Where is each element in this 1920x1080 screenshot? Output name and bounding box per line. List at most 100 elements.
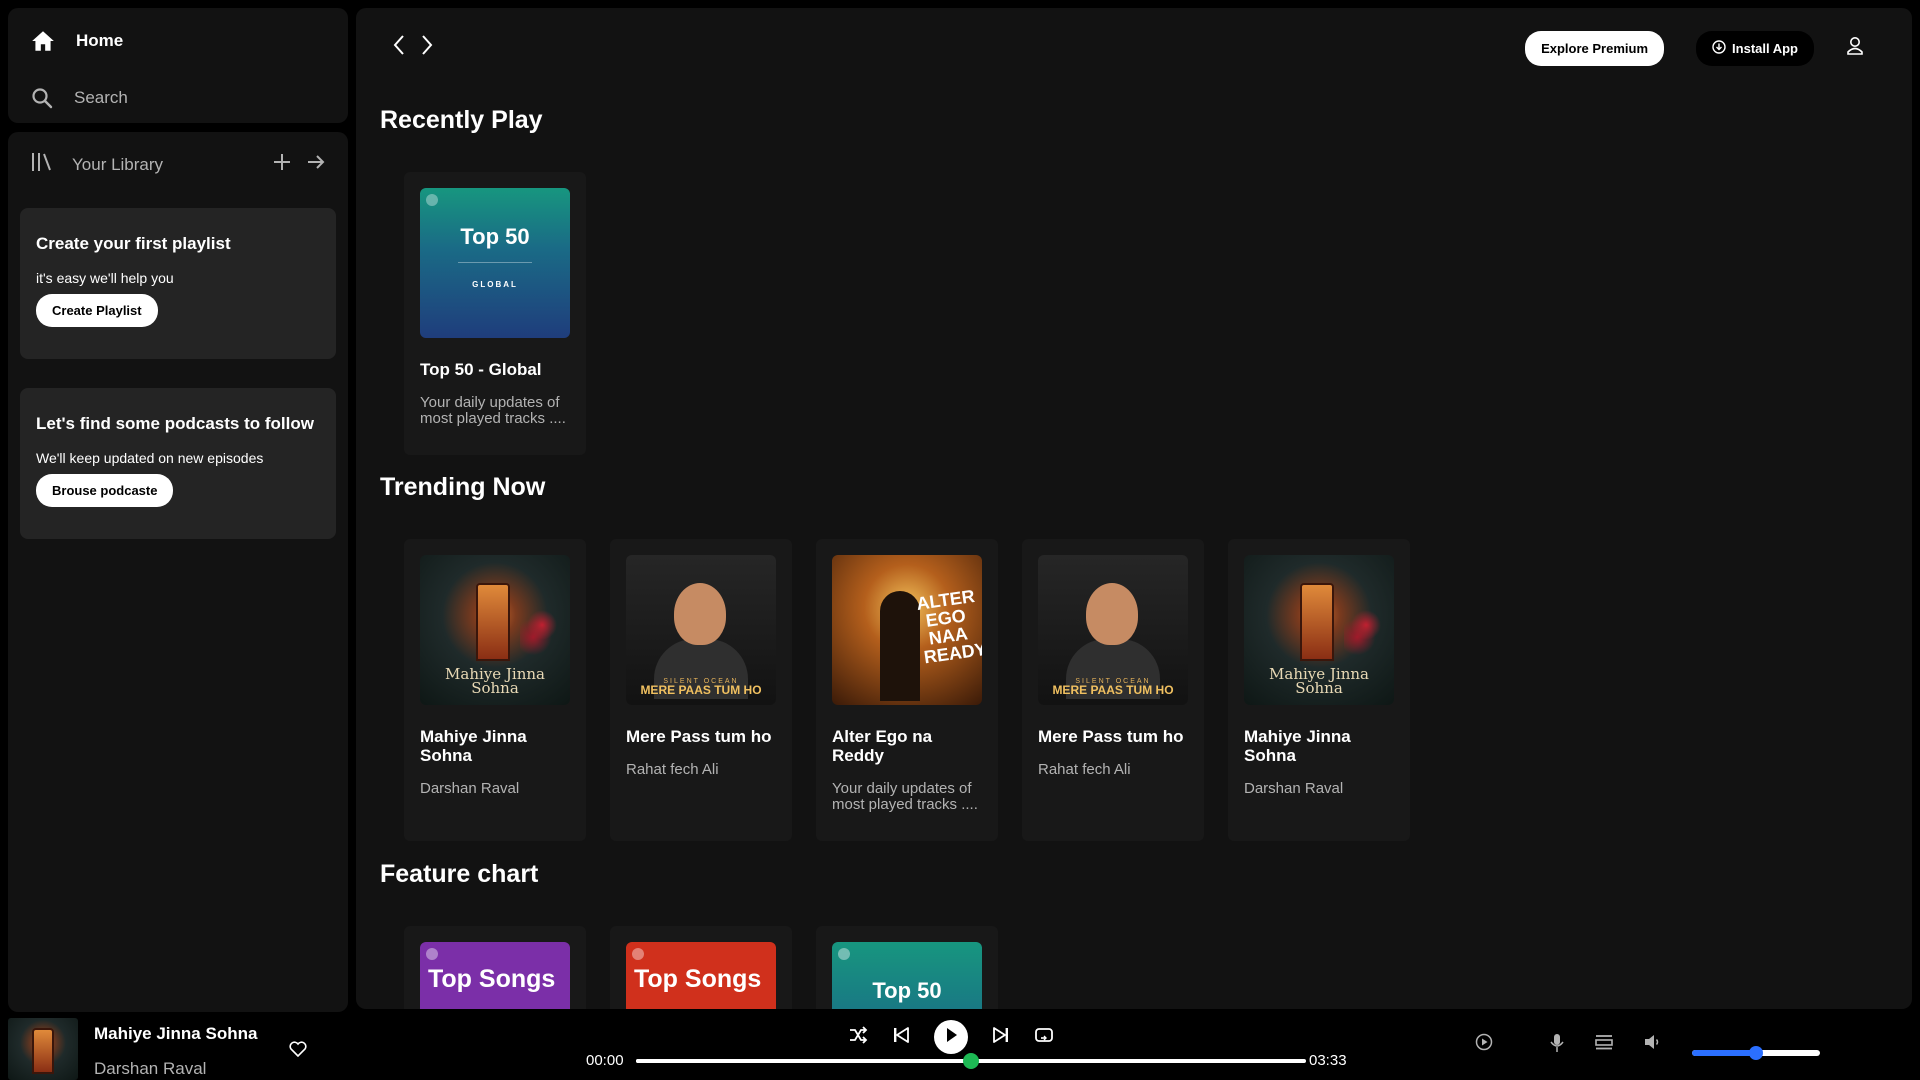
card-title: Mere Pass tum ho xyxy=(626,727,772,746)
cover-title: Top Songs xyxy=(634,965,762,993)
nav-search[interactable]: Search xyxy=(30,86,128,110)
now-playing-view-icon[interactable] xyxy=(1475,1033,1493,1051)
library-title[interactable]: Your Library xyxy=(72,155,163,175)
skip-next-icon[interactable] xyxy=(992,1026,1010,1049)
section-title-feature: Feature chart xyxy=(380,860,539,888)
song-card[interactable]: SILENT OCEAN MERE PAAS TUM HO Mere Pass … xyxy=(1022,539,1204,841)
create-playlist-button[interactable]: Create Playlist xyxy=(36,294,158,327)
cover-art: ALTER EGO NAA READY xyxy=(832,555,982,705)
volume-icon[interactable] xyxy=(1643,1033,1661,1051)
now-playing-artist[interactable]: Darshan Raval xyxy=(94,1059,206,1079)
play-icon xyxy=(944,1027,958,1048)
section-title-trending: Trending Now xyxy=(380,473,546,501)
install-app-button[interactable]: Install App xyxy=(1696,31,1814,66)
card-subtitle: Darshan Raval xyxy=(420,780,520,797)
cover-art: Mahiye Jinna Sohna xyxy=(1244,555,1394,705)
card-title: Mere Pass tum ho xyxy=(1038,727,1184,746)
arrow-right-icon[interactable] xyxy=(306,152,326,177)
progress-fill xyxy=(636,1059,971,1063)
browse-podcasts-button[interactable]: Brouse podcaste xyxy=(36,474,174,507)
nav-home-label: Home xyxy=(76,31,124,50)
spotify-logo-icon xyxy=(838,948,850,960)
chevron-right-icon[interactable] xyxy=(420,34,434,61)
card-title: Mahiye Jinna Sohna xyxy=(1244,727,1351,765)
chart-card[interactable]: Top 50 xyxy=(816,926,998,1009)
install-app-label: Install App xyxy=(1732,41,1798,56)
song-card[interactable]: Mahiye Jinna Sohna Mahiye Jinna Sohna Da… xyxy=(404,539,586,841)
repeat-icon[interactable] xyxy=(1034,1026,1054,1049)
card-title: Mahiye Jinna Sohna xyxy=(420,727,527,765)
play-button[interactable] xyxy=(934,1020,968,1054)
card-subtitle: Rahat fech Ali xyxy=(1038,761,1131,778)
duration: 03:33 xyxy=(1309,1052,1347,1069)
cover-title: Mahiye Jinna Sohna xyxy=(1269,665,1369,697)
main-content: Explore Premium Install App Recently Pla… xyxy=(356,8,1912,1009)
cover-title: Top 50 xyxy=(872,978,942,1003)
explore-premium-button[interactable]: Explore Premium xyxy=(1525,31,1665,66)
playlist-card-title: Create your first playlist xyxy=(36,234,231,253)
playlist-card[interactable]: Top 50 GLOBAL Top 50 - Global Your daily… xyxy=(404,172,586,455)
card-title: Top 50 - Global xyxy=(420,360,542,379)
cover-title: MERE PAAS TUM HO xyxy=(640,683,762,697)
cover-art: SILENT OCEAN MERE PAAS TUM HO xyxy=(626,555,776,705)
chart-card[interactable]: Top Songs xyxy=(610,926,792,1009)
card-subtitle: Your daily updates of most played tracks… xyxy=(832,780,978,813)
card-subtitle: Your daily updates of most played tracks… xyxy=(420,394,566,427)
heart-icon[interactable] xyxy=(289,1041,307,1062)
nav-home[interactable]: Home xyxy=(30,28,123,54)
home-icon xyxy=(30,28,56,54)
search-icon xyxy=(30,86,54,110)
progress-bar[interactable] xyxy=(636,1053,1306,1069)
now-playing-art[interactable] xyxy=(8,1018,78,1080)
card-subtitle: Darshan Raval xyxy=(1244,780,1344,797)
volume-slider[interactable] xyxy=(1692,1046,1820,1060)
spotify-logo-icon xyxy=(426,194,438,206)
podcast-card-title: Let's find some podcasts to follow xyxy=(36,414,314,433)
skip-previous-icon[interactable] xyxy=(892,1026,910,1049)
cover-art: Top Songs xyxy=(626,942,776,1009)
cover-subtitle: GLOBAL xyxy=(472,280,518,289)
nav-search-label: Search xyxy=(74,88,128,107)
podcast-card: Let's find some podcasts to follow We'll… xyxy=(20,388,336,539)
playlist-card-text: it's easy we'll help you xyxy=(36,270,174,286)
podcast-card-text: We'll keep updated on new episodes xyxy=(36,450,264,466)
cover-art: Top Songs xyxy=(420,942,570,1009)
volume-fill xyxy=(1692,1050,1756,1056)
cover-art: Top 50 xyxy=(832,942,982,1009)
cover-art: Top 50 GLOBAL xyxy=(420,188,570,338)
sidebar-nav: Home Search xyxy=(8,8,348,123)
cover-title: MERE PAAS TUM HO xyxy=(1052,683,1174,697)
now-playing-title[interactable]: Mahiye Jinna Sohna xyxy=(94,1024,257,1044)
cover-art: Mahiye Jinna Sohna xyxy=(420,555,570,705)
download-icon xyxy=(1712,40,1726,57)
user-icon[interactable] xyxy=(1846,36,1864,61)
plus-icon[interactable] xyxy=(272,152,292,177)
current-time: 00:00 xyxy=(586,1052,624,1069)
cover-title: Top 50 xyxy=(460,224,530,249)
microphone-icon[interactable] xyxy=(1549,1033,1565,1053)
cover-title: Top Songs xyxy=(428,965,556,993)
library-icon[interactable] xyxy=(30,150,52,179)
trending-row: Mahiye Jinna Sohna Mahiye Jinna Sohna Da… xyxy=(404,539,1410,841)
queue-icon[interactable] xyxy=(1594,1033,1614,1051)
volume-handle[interactable] xyxy=(1749,1046,1763,1060)
shuffle-icon[interactable] xyxy=(848,1025,868,1049)
cover-art: SILENT OCEAN MERE PAAS TUM HO xyxy=(1038,555,1188,705)
chart-card[interactable]: Top Songs xyxy=(404,926,586,1009)
cover-title: Mahiye Jinna Sohna xyxy=(445,665,545,697)
song-card[interactable]: ALTER EGO NAA READY Alter Ego na Reddy Y… xyxy=(816,539,998,841)
recent-row: Top 50 GLOBAL Top 50 - Global Your daily… xyxy=(404,172,586,455)
card-subtitle: Rahat fech Ali xyxy=(626,761,719,778)
cover-title: ALTER EGO NAA READY xyxy=(915,585,982,668)
progress-handle[interactable] xyxy=(963,1053,979,1069)
library-panel: Your Library Create your first playlist … xyxy=(8,132,348,1012)
feature-row: Top Songs Top Songs Top 50 xyxy=(404,926,998,1009)
song-card[interactable]: SILENT OCEAN MERE PAAS TUM HO Mere Pass … xyxy=(610,539,792,841)
create-playlist-card: Create your first playlist it's easy we'… xyxy=(20,208,336,359)
section-title-recent: Recently Play xyxy=(380,106,543,134)
spotify-logo-icon xyxy=(632,948,644,960)
player-bar: Mahiye Jinna Sohna Darshan Raval 00:00 0… xyxy=(0,1012,1920,1080)
song-card[interactable]: Mahiye Jinna Sohna Mahiye Jinna Sohna Da… xyxy=(1228,539,1410,841)
chevron-left-icon[interactable] xyxy=(392,34,406,61)
spotify-logo-icon xyxy=(426,948,438,960)
